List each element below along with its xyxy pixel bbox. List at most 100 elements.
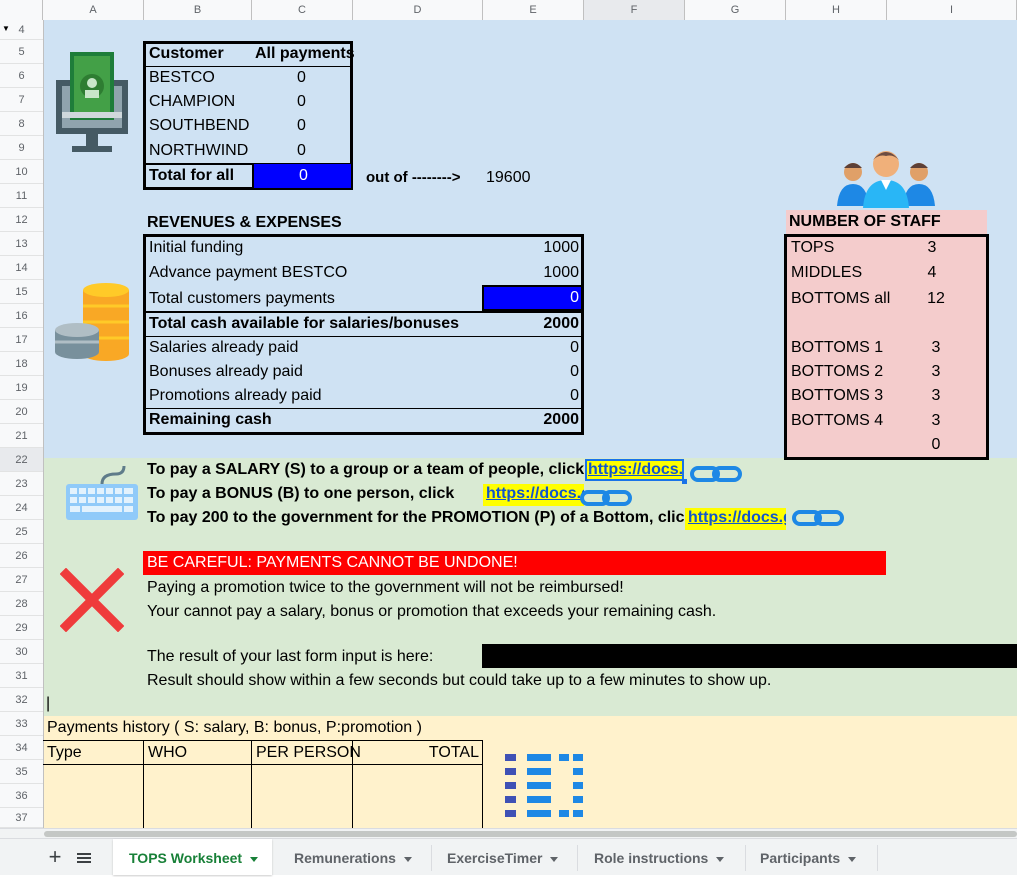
column-header-f[interactable]: F xyxy=(584,0,685,20)
row-header[interactable]: 37 xyxy=(0,808,43,828)
row-header[interactable]: 25 xyxy=(0,520,43,544)
link-chain-icon[interactable] xyxy=(690,465,742,483)
row-header[interactable]: ▼ 4 xyxy=(0,20,43,40)
row-header[interactable]: 28 xyxy=(0,592,43,616)
row-header[interactable]: 29 xyxy=(0,616,43,640)
warning-line-2: Your cannot pay a salary, bonus or promo… xyxy=(147,603,717,620)
row-header[interactable]: 12 xyxy=(0,208,43,232)
salary-form-link[interactable]: https://docs.g xyxy=(585,459,684,481)
revenue-value[interactable]: 1000 xyxy=(520,263,579,283)
result-label: The result of your last form input is he… xyxy=(147,648,434,665)
row-header[interactable]: 10 xyxy=(0,160,43,184)
horizontal-scrollbar-thumb[interactable] xyxy=(44,831,1017,837)
staff-count[interactable]: 3 xyxy=(922,411,950,431)
revenue-value[interactable]: 0 xyxy=(520,386,579,406)
customer-payment[interactable]: 0 xyxy=(297,141,306,161)
row-header[interactable]: 33 xyxy=(0,712,43,736)
customer-name[interactable]: NORTHWIND xyxy=(149,141,248,161)
promotion-form-link[interactable]: https://docs.g xyxy=(685,508,786,530)
total-for-all-cell[interactable]: 0 xyxy=(252,164,351,188)
column-header-i[interactable]: I xyxy=(887,0,1017,20)
revenues-title: REVENUES & EXPENSES xyxy=(147,214,342,231)
bonus-form-link[interactable]: https://docs.g xyxy=(483,484,584,506)
revenue-value[interactable]: 2000 xyxy=(520,314,579,334)
row-header[interactable]: 8 xyxy=(0,112,43,136)
row-header[interactable]: 5 xyxy=(0,40,43,64)
customer-name[interactable]: SOUTHBEND xyxy=(149,116,249,136)
column-header-a[interactable]: A xyxy=(43,0,144,20)
revenue-value[interactable]: 2000 xyxy=(520,410,579,430)
customer-payment[interactable]: 0 xyxy=(297,116,306,136)
row-header[interactable]: 22 xyxy=(0,448,43,472)
column-header-h[interactable]: H xyxy=(786,0,887,20)
result-output-cell[interactable] xyxy=(482,644,1017,668)
warning-banner: BE CAREFUL: PAYMENTS CANNOT BE UNDONE! xyxy=(143,551,886,575)
customer-payment[interactable]: 0 xyxy=(297,92,306,112)
row-header[interactable]: 30 xyxy=(0,640,43,664)
staff-count[interactable]: 3 xyxy=(922,238,942,258)
tab-label: Remunerations xyxy=(294,839,412,875)
row-header[interactable]: 18 xyxy=(0,352,43,376)
tab-exercisetimer[interactable]: ExerciseTimer xyxy=(432,839,576,875)
staff-count[interactable]: 3 xyxy=(922,362,950,382)
staff-count[interactable]: 3 xyxy=(922,338,950,358)
select-all-corner[interactable] xyxy=(0,0,43,20)
tab-participants[interactable]: Participants xyxy=(746,839,876,875)
column-header-d[interactable]: D xyxy=(353,0,483,20)
row-header[interactable]: 15 xyxy=(0,280,43,304)
staff-count[interactable]: 4 xyxy=(922,263,942,283)
total-customers-payments-cell[interactable]: 0 xyxy=(482,285,581,311)
staff-count[interactable]: 12 xyxy=(922,289,950,309)
customer-payment[interactable]: 0 xyxy=(297,68,306,88)
divider xyxy=(146,66,350,67)
revenue-value[interactable]: 0 xyxy=(520,362,579,382)
row-header[interactable]: 21 xyxy=(0,424,43,448)
row-header[interactable]: 13 xyxy=(0,232,43,256)
column-header-e[interactable]: E xyxy=(483,0,584,20)
link-chain-icon[interactable] xyxy=(792,509,844,527)
revenue-value[interactable]: 1000 xyxy=(520,238,579,258)
tab-tops-worksheet[interactable]: TOPS Worksheet xyxy=(113,839,272,875)
row-header[interactable]: 19 xyxy=(0,376,43,400)
row-header[interactable]: 31 xyxy=(0,664,43,688)
row-header[interactable]: 27 xyxy=(0,568,43,592)
row-header[interactable]: 26 xyxy=(0,544,43,568)
tab-remunerations[interactable]: Remunerations xyxy=(276,839,426,875)
row-header[interactable]: 20 xyxy=(0,400,43,424)
history-header-per-person: PER PERSON xyxy=(256,744,361,761)
column-header-g[interactable]: G xyxy=(685,0,786,20)
column-header-c[interactable]: C xyxy=(252,0,353,20)
staff-count[interactable]: 0 xyxy=(922,435,950,455)
row-header[interactable]: 9 xyxy=(0,136,43,160)
out-of-value[interactable]: 19600 xyxy=(486,168,531,188)
link-chain-icon[interactable] xyxy=(580,489,632,507)
row-header[interactable]: 16 xyxy=(0,304,43,328)
column-header-b[interactable]: B xyxy=(144,0,252,20)
row-header[interactable]: 14 xyxy=(0,256,43,280)
sheet-tab-bar: + TOPS Worksheet Remunerations ExerciseT… xyxy=(0,838,1017,875)
tab-role-instructions[interactable]: Role instructions xyxy=(578,839,744,875)
all-sheets-menu-icon[interactable] xyxy=(76,852,92,864)
tab-label: Role instructions xyxy=(594,839,725,875)
selection-handle[interactable] xyxy=(682,479,687,484)
add-sheet-button[interactable]: + xyxy=(44,845,66,869)
row-header[interactable]: 34 xyxy=(0,736,43,760)
customer-header: Customer xyxy=(149,45,224,62)
row-header[interactable]: 6 xyxy=(0,64,43,88)
history-header-who: WHO xyxy=(148,744,188,761)
staff-count[interactable]: 3 xyxy=(922,386,950,406)
row-header[interactable]: 24 xyxy=(0,496,43,520)
row-header[interactable]: 23 xyxy=(0,472,43,496)
customer-name[interactable]: CHAMPION xyxy=(149,92,235,112)
revenue-label: Total cash available for salaries/bonuse… xyxy=(149,315,460,332)
row-header[interactable]: 7 xyxy=(0,88,43,112)
money-computer-icon xyxy=(56,52,128,152)
customer-name[interactable]: BESTCO xyxy=(149,68,215,88)
row-header[interactable]: 32 xyxy=(0,688,43,712)
row-header[interactable]: 36 xyxy=(0,784,43,808)
row-header[interactable]: 17 xyxy=(0,328,43,352)
row-header[interactable]: 35 xyxy=(0,760,43,784)
row-header[interactable]: 11 xyxy=(0,184,43,208)
revenue-value[interactable]: 0 xyxy=(520,338,579,358)
divider xyxy=(877,845,878,871)
